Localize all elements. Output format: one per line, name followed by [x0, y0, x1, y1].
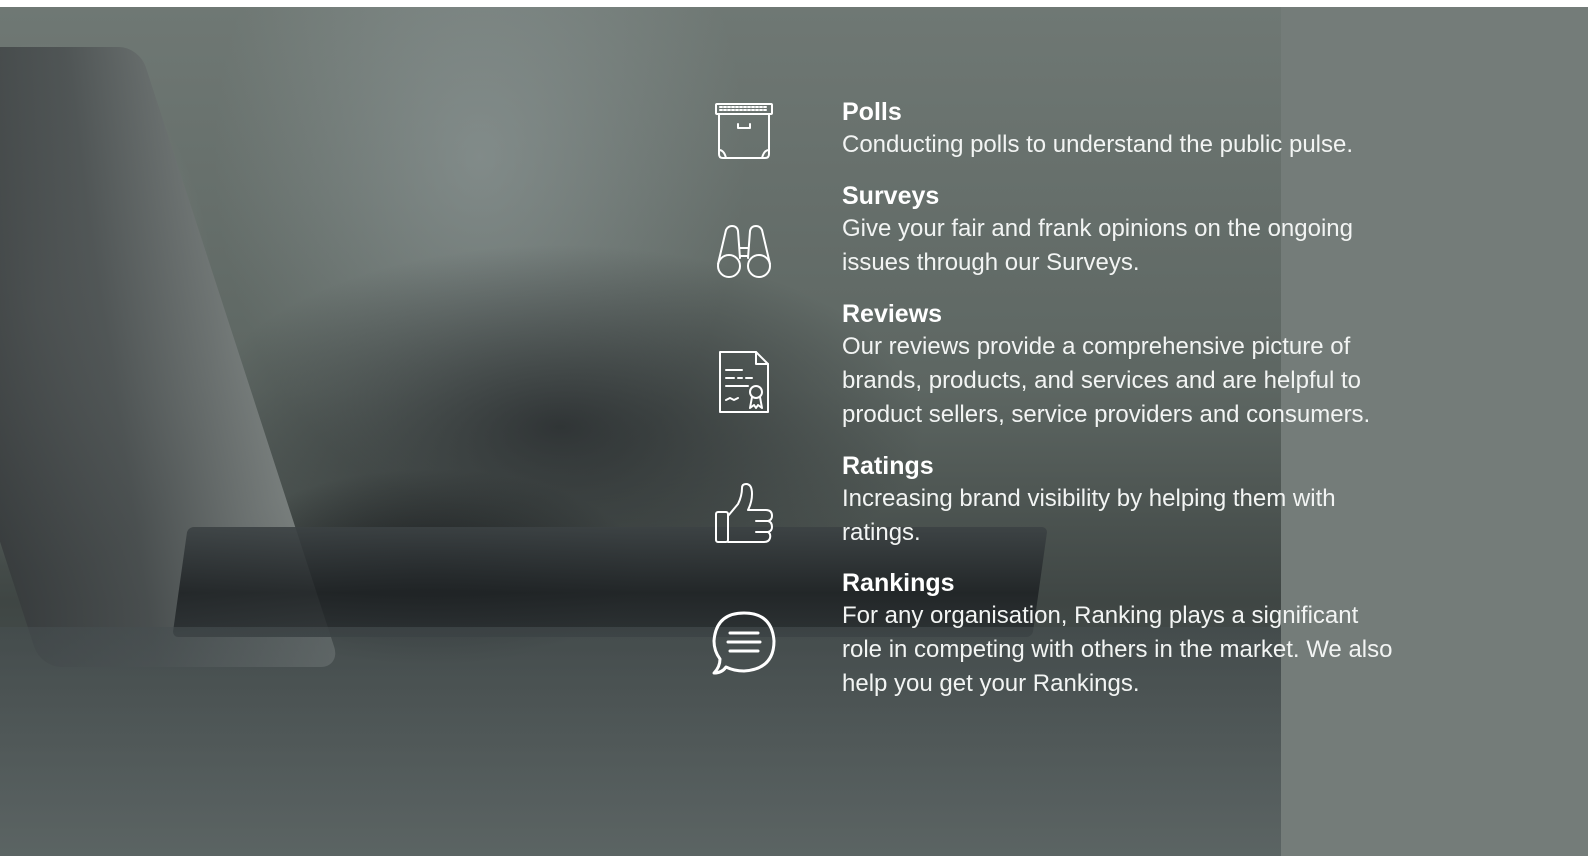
top-page-edge	[0, 0, 1588, 7]
thumbs-up-icon	[706, 476, 782, 552]
bottom-page-edge	[0, 856, 1588, 866]
feature-title: Ratings	[842, 452, 934, 480]
chat-bubble-icon	[706, 605, 782, 681]
feature-text: Ratings Increasing brand visibility by h…	[842, 450, 1402, 550]
certificate-document-icon	[706, 344, 782, 420]
feature-description: Increasing brand visibility by helping t…	[842, 485, 1336, 546]
feature-description: Our reviews provide a comprehensive pict…	[842, 333, 1371, 428]
feature-text: Polls Conducting polls to understand the…	[842, 96, 1402, 162]
feature-description: For any organisation, Ranking plays a si…	[842, 602, 1393, 697]
binoculars-icon	[706, 212, 782, 288]
feature-description: Give your fair and frank opinions on the…	[842, 215, 1353, 276]
feature-text: Rankings For any organisation, Ranking p…	[842, 567, 1402, 701]
feature-title: Surveys	[842, 182, 940, 210]
feature-text: Reviews Our reviews provide a comprehens…	[842, 298, 1402, 432]
hero-section: Polls Conducting polls to understand the…	[0, 0, 1588, 866]
feature-title: Rankings	[842, 569, 955, 597]
feature-text: Surveys Give your fair and frank opinion…	[842, 180, 1402, 280]
feature-title: Polls	[842, 98, 902, 126]
feature-title: Reviews	[842, 300, 943, 328]
feature-description: Conducting polls to understand the publi…	[842, 131, 1354, 158]
features-list: Polls Conducting polls to understand the…	[0, 0, 1588, 866]
archive-box-icon	[706, 92, 782, 168]
